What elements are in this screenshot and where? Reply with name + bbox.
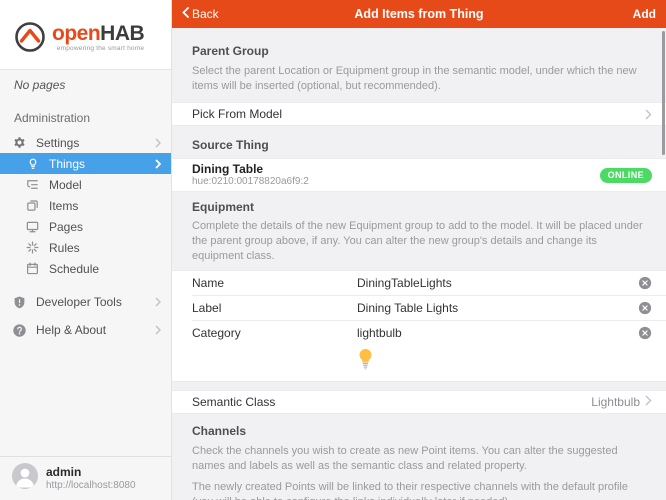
pick-from-model-button[interactable]: Pick From Model: [172, 102, 666, 126]
status-badge: ONLINE: [600, 168, 652, 183]
admin-section-label: Administration: [0, 105, 171, 132]
category-field-value[interactable]: lightbulb: [357, 326, 638, 340]
sidebar-item-model[interactable]: Model: [0, 174, 171, 195]
logo-tagline: empowering the smart home: [52, 46, 144, 53]
channels-title: Channels: [192, 424, 646, 438]
openhab-wordmark: openHAB empowering the smart home: [52, 18, 144, 53]
chevron-right-icon: [155, 138, 161, 148]
lightbulb-icon: [25, 156, 40, 171]
sidebar-item-label: Things: [49, 157, 85, 171]
source-thing-title: Source Thing: [192, 138, 646, 152]
thing-uid: hue:0210:00178820a6f9:2: [192, 176, 309, 188]
sidebar-item-label: Developer Tools: [36, 295, 122, 309]
page-title: Add Items from Thing: [172, 7, 666, 21]
gear-icon: [12, 135, 27, 150]
sidebar-item-label: Rules: [49, 241, 80, 255]
sidebar-item-label: Model: [49, 178, 82, 192]
label-field-value[interactable]: Dining Table Lights: [357, 301, 638, 315]
sparkle-icon: [25, 240, 40, 255]
channels-description-1: Check the channels you wish to create as…: [192, 444, 646, 474]
semantic-class-row[interactable]: Semantic Class Lightbulb: [172, 390, 666, 414]
user-account[interactable]: admin http://localhost:8080: [0, 456, 171, 500]
chevron-right-icon: [155, 297, 161, 307]
sidebar-item-rules[interactable]: Rules: [0, 237, 171, 258]
equipment-title: Equipment: [192, 200, 646, 214]
content-scroll-area: Parent Group Select the parent Location …: [172, 28, 666, 500]
question-icon: [12, 323, 27, 338]
name-field-label: Name: [192, 276, 357, 290]
admin-menu: Administration Settings Things Model: [0, 99, 171, 279]
semantic-class-value: Lightbulb: [591, 395, 640, 409]
copy-icon: [25, 198, 40, 213]
equipment-description: Complete the details of the new Equipmen…: [192, 219, 646, 264]
sidebar-item-label: Pages: [49, 220, 83, 234]
back-button[interactable]: Back: [182, 7, 219, 21]
equipment-form: Name DiningTableLights Label Dining Tabl…: [172, 270, 666, 382]
tools-menu: Developer Tools Help & About: [0, 290, 171, 346]
clear-icon[interactable]: [638, 301, 652, 315]
sidebar-item-schedule[interactable]: Schedule: [0, 258, 171, 279]
lightbulb-icon: [357, 358, 374, 375]
navbar: Back Add Items from Thing Add: [172, 0, 666, 28]
chevron-right-icon: [155, 325, 161, 335]
logo-hab: HAB: [100, 22, 144, 45]
scrollbar[interactable]: [662, 31, 665, 155]
back-label: Back: [192, 7, 219, 21]
chevron-right-icon: [155, 159, 161, 169]
semantic-class-label: Semantic Class: [192, 395, 275, 409]
thing-name: Dining Table: [192, 162, 309, 176]
model-tree-icon: [25, 177, 40, 192]
sidebar-item-label: Settings: [36, 136, 79, 150]
name-field-row[interactable]: Name DiningTableLights: [172, 271, 666, 295]
server-url: http://localhost:8080: [46, 480, 136, 493]
clear-icon[interactable]: [638, 326, 652, 340]
sidebar-item-things[interactable]: Things: [0, 153, 171, 174]
sidebar-item-pages[interactable]: Pages: [0, 216, 171, 237]
parent-group-title: Parent Group: [192, 44, 646, 58]
label-field-row[interactable]: Label Dining Table Lights: [172, 296, 666, 320]
openhab-house-icon: [12, 18, 48, 59]
add-button[interactable]: Add: [633, 7, 656, 21]
display-icon: [25, 219, 40, 234]
label-field-label: Label: [192, 301, 357, 315]
category-field-label: Category: [192, 326, 357, 340]
name-field-value[interactable]: DiningTableLights: [357, 276, 638, 290]
sidebar-item-label: Help & About: [36, 323, 106, 337]
sidebar-item-label: Items: [49, 199, 78, 213]
sidebar: openHAB empowering the smart home No pag…: [0, 0, 172, 500]
avatar: [12, 463, 38, 494]
sidebar-item-help-about[interactable]: Help & About: [0, 318, 171, 342]
pick-from-model-label: Pick From Model: [192, 107, 282, 121]
openhab-logo: openHAB empowering the smart home: [0, 0, 171, 69]
logo-open: open: [52, 22, 100, 45]
source-thing-row[interactable]: Dining Table hue:0210:00178820a6f9:2 ONL…: [172, 158, 666, 192]
user-name: admin: [46, 465, 136, 480]
channels-description-2: The newly created Points will be linked …: [192, 480, 646, 500]
shield-icon: [12, 295, 27, 310]
no-pages-label: No pages: [0, 69, 171, 99]
sidebar-item-developer-tools[interactable]: Developer Tools: [0, 290, 171, 314]
chevron-right-icon: [645, 109, 652, 120]
chevron-right-icon: [645, 395, 652, 409]
sidebar-item-items[interactable]: Items: [0, 195, 171, 216]
parent-group-description: Select the parent Location or Equipment …: [192, 64, 646, 94]
sidebar-item-settings[interactable]: Settings: [0, 132, 171, 153]
calendar-icon: [25, 261, 40, 276]
sidebar-item-label: Schedule: [49, 262, 99, 276]
category-preview: [172, 345, 666, 381]
main-panel: Back Add Items from Thing Add Parent Gro…: [172, 0, 666, 500]
category-field-row[interactable]: Category lightbulb: [172, 321, 666, 345]
chevron-left-icon: [182, 7, 189, 21]
clear-icon[interactable]: [638, 276, 652, 290]
